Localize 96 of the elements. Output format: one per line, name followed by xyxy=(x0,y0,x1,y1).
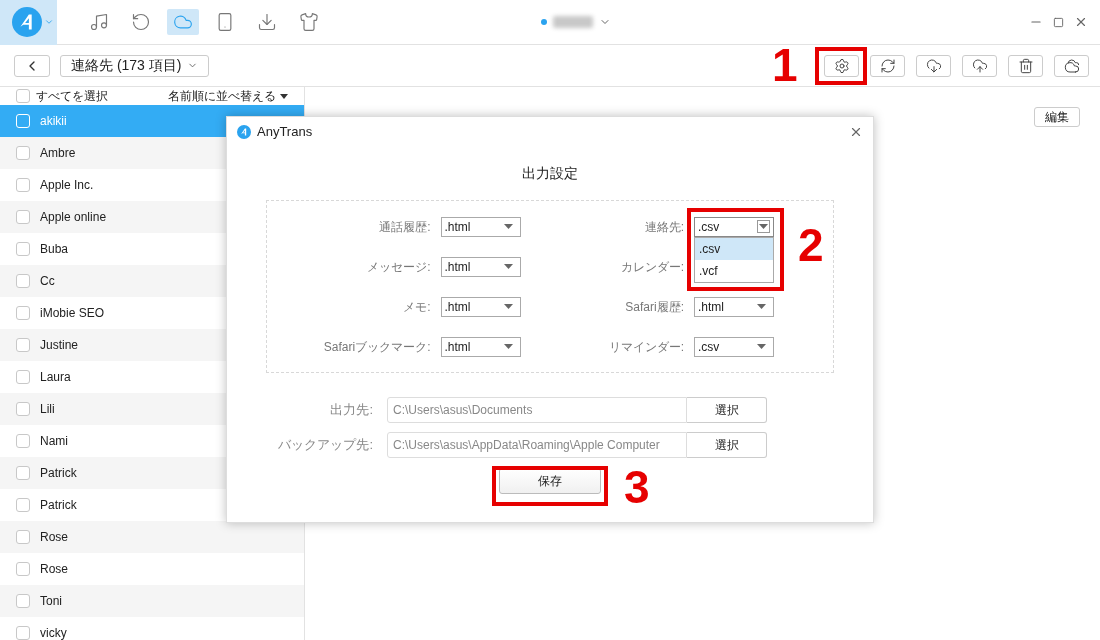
sync-button[interactable] xyxy=(870,54,905,77)
sort-dropdown[interactable]: 名前順に並べ替える xyxy=(168,87,288,105)
annotation-number: 2 xyxy=(798,222,824,268)
format-label: Safariブックマーク: xyxy=(323,338,431,356)
settings-icon xyxy=(833,57,850,74)
checkbox[interactable] xyxy=(16,306,30,320)
format-label: メモ: xyxy=(403,298,431,316)
format-select[interactable]: .html xyxy=(694,296,774,317)
delete-button[interactable] xyxy=(1008,54,1043,77)
contact-name: Rose xyxy=(40,529,68,546)
checkbox[interactable] xyxy=(16,146,30,160)
checkbox[interactable] xyxy=(16,338,30,352)
choose-button[interactable]: 選択 xyxy=(687,432,767,458)
format-select[interactable]: .csv xyxy=(694,216,774,237)
annotation-number: 1 xyxy=(772,42,798,88)
path-label: 出力先: xyxy=(330,401,373,420)
contact-name: Apple online xyxy=(40,209,107,226)
checkbox[interactable] xyxy=(16,370,30,384)
checkbox[interactable] xyxy=(16,498,30,512)
checkbox[interactable] xyxy=(16,242,30,256)
format-label: Safari履歴: xyxy=(625,298,684,316)
close-icon[interactable] xyxy=(1074,15,1088,29)
contact-name: Apple Inc. xyxy=(40,177,94,194)
contact-name: Cc xyxy=(40,273,55,290)
contact-name: Rose xyxy=(40,561,68,578)
contact-name: Lili xyxy=(40,401,55,418)
cloud-download-icon xyxy=(925,57,942,74)
format-label: 連絡先: xyxy=(644,218,684,236)
checkbox[interactable] xyxy=(16,466,30,480)
caret-icon xyxy=(503,344,513,349)
clouds-icon xyxy=(1063,57,1080,74)
format-select[interactable]: .html xyxy=(440,296,521,317)
menu-caret-icon[interactable] xyxy=(44,17,54,27)
caret-icon xyxy=(757,304,766,309)
format-label: メッセージ: xyxy=(367,258,431,276)
format-select[interactable]: .html xyxy=(440,256,521,277)
select-all-label[interactable]: すべてを選択 xyxy=(36,87,108,105)
checkbox[interactable] xyxy=(16,402,30,416)
format-label: リマインダー: xyxy=(608,338,684,356)
contact-row[interactable]: Rose xyxy=(0,521,304,553)
format-select[interactable]: .html xyxy=(440,216,521,237)
caret-icon xyxy=(503,264,513,269)
checkbox[interactable] xyxy=(16,434,30,448)
delete-icon xyxy=(1017,57,1034,74)
format-select[interactable]: .csv xyxy=(694,336,774,357)
caret-icon xyxy=(759,224,768,229)
cloud-upload-icon xyxy=(971,57,988,74)
contact-name: Ambre xyxy=(40,145,76,162)
format-option[interactable]: .csv xyxy=(695,237,773,260)
app-logo-icon xyxy=(237,125,251,139)
contact-name: iMobie SEO xyxy=(40,305,105,322)
path-field[interactable]: C:\Users\asus\Documents xyxy=(387,397,687,423)
contact-name: vicky xyxy=(40,625,67,640)
checkbox[interactable] xyxy=(16,210,30,224)
maximize-icon[interactable] xyxy=(1053,16,1064,28)
contact-row[interactable]: Toni xyxy=(0,585,304,617)
caret-icon xyxy=(280,93,288,99)
checkbox[interactable] xyxy=(16,530,30,544)
annotation-number: 3 xyxy=(624,464,650,510)
path-field[interactable]: C:\Users\asus\AppData\Roaming\Apple Computer xyxy=(387,432,687,458)
save-button[interactable]: 保存 xyxy=(499,468,601,494)
contact-name: Buba xyxy=(40,241,69,258)
contact-name: Laura xyxy=(40,369,71,386)
close-icon[interactable] xyxy=(849,125,863,139)
clouds-button[interactable] xyxy=(1054,54,1089,77)
highlight-frame xyxy=(815,47,867,85)
contact-name: Patrick xyxy=(40,465,77,482)
dialog-heading: 出力設定 xyxy=(521,164,579,183)
blurred-device-name[interactable] xyxy=(553,16,593,28)
edit-button[interactable]: 編集 xyxy=(1034,107,1080,127)
caret-icon xyxy=(757,344,766,349)
cloud-icon[interactable] xyxy=(167,9,199,35)
contact-name: akikii xyxy=(40,113,67,130)
format-select[interactable]: .html xyxy=(440,336,521,357)
format-label: 通話履歴: xyxy=(379,218,431,236)
checkbox[interactable] xyxy=(16,178,30,192)
caret-icon xyxy=(503,224,513,229)
contact-name: Toni xyxy=(40,593,62,610)
back-button[interactable] xyxy=(14,54,50,77)
checkbox[interactable] xyxy=(16,626,30,640)
cloud-download-button[interactable] xyxy=(916,54,951,77)
contact-name: Nami xyxy=(40,433,68,450)
contact-name: Patrick xyxy=(40,497,77,514)
app-logo-icon xyxy=(12,7,42,37)
format-label: カレンダー: xyxy=(620,258,684,276)
checkbox[interactable] xyxy=(16,89,30,103)
settings-button[interactable] xyxy=(824,54,859,77)
choose-button[interactable]: 選択 xyxy=(687,397,767,423)
checkbox[interactable] xyxy=(16,562,30,576)
sync-icon xyxy=(879,57,896,74)
checkbox[interactable] xyxy=(16,594,30,608)
caret-icon xyxy=(503,304,513,309)
category-dropdown[interactable]: 連絡先 (173 項目) xyxy=(60,54,210,77)
cloud-upload-button[interactable] xyxy=(962,54,997,77)
contact-name: Justine xyxy=(40,337,79,354)
checkbox[interactable] xyxy=(16,274,30,288)
